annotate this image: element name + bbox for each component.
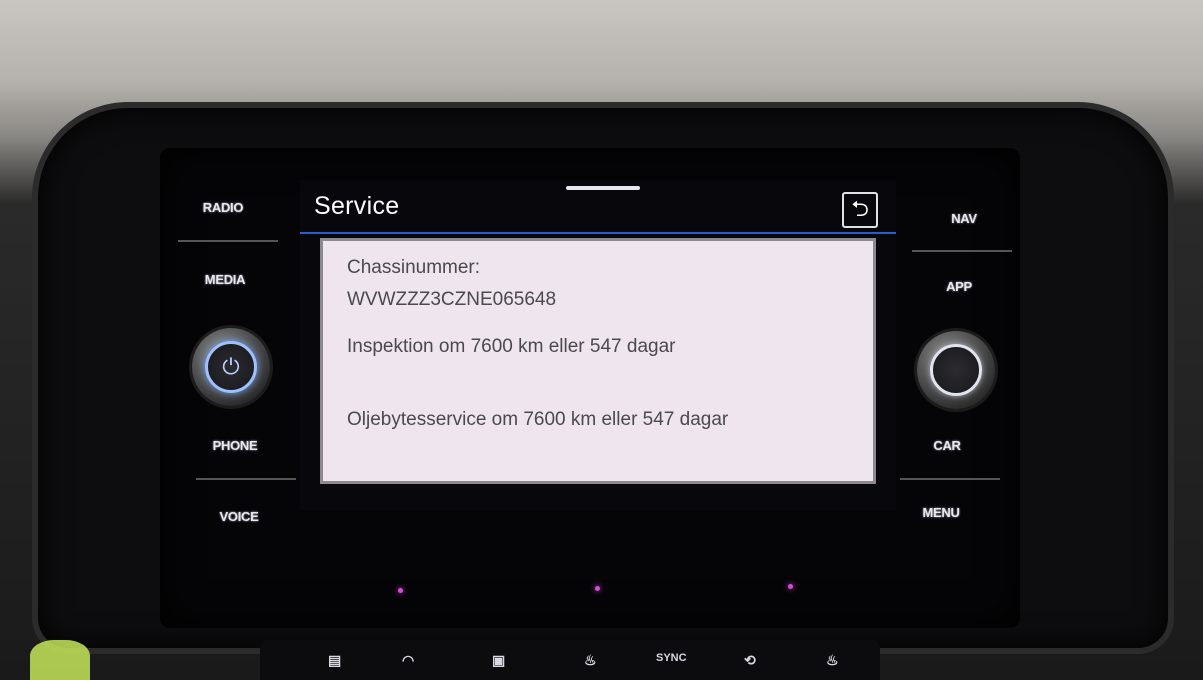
climate-menu-icon[interactable]: ▣ [492, 652, 505, 669]
divider [178, 240, 278, 242]
front-defrost-icon[interactable]: ◠ [402, 652, 414, 669]
menu-button[interactable]: MENU [896, 505, 986, 520]
chassis-label: Chassinummer: [347, 257, 481, 278]
chassis-value: WVWZZZ3CZNE065648 [347, 289, 557, 310]
indicator-light [595, 586, 600, 591]
touch-screen: Service ⮌ Chassinummer: WVWZZZ3CZNE06564… [300, 180, 896, 510]
page-title: Service [314, 192, 400, 220]
knob-ring [930, 344, 982, 396]
divider [912, 250, 1012, 252]
rear-defrost-icon[interactable]: ▤ [328, 652, 341, 669]
back-arrow-icon[interactable]: ⮌ [842, 192, 878, 228]
title-divider [300, 232, 896, 234]
climate-control-strip: ▤ ◠ ▣ ♨ SYNC ⟲ ♨ [260, 640, 880, 680]
tune-knob[interactable] [917, 331, 995, 409]
car-button[interactable]: CAR [902, 438, 992, 453]
phone-button[interactable]: PHONE [190, 438, 280, 453]
oil-service-text: Oljebytesservice om 7600 km eller 547 da… [347, 409, 729, 430]
app-button[interactable]: APP [914, 279, 1004, 294]
divider [900, 478, 1000, 480]
pull-down-handle[interactable] [566, 186, 640, 190]
voice-button[interactable]: VOICE [194, 509, 284, 524]
nav-button[interactable]: NAV [919, 211, 1009, 226]
background-object [30, 640, 90, 680]
power-icon: ⏻ [222, 354, 240, 379]
indicator-light [398, 588, 403, 593]
seat-heat-icon[interactable]: ♨ [584, 652, 597, 669]
media-button[interactable]: MEDIA [180, 272, 270, 287]
divider [196, 478, 296, 480]
sync-button[interactable]: SYNC [656, 652, 687, 664]
indicator-light [788, 584, 793, 589]
radio-button[interactable]: RADIO [178, 200, 268, 215]
knob-ring: ⏻ [205, 341, 257, 393]
recirculation-icon[interactable]: ⟲ [744, 652, 756, 669]
power-volume-knob[interactable]: ⏻ [192, 328, 270, 406]
seat-heat-right-icon[interactable]: ♨ [826, 652, 839, 669]
service-info-card: Chassinummer: WVWZZZ3CZNE065648 Inspekti… [320, 238, 876, 484]
inspection-text: Inspektion om 7600 km eller 547 dagar [347, 336, 676, 357]
